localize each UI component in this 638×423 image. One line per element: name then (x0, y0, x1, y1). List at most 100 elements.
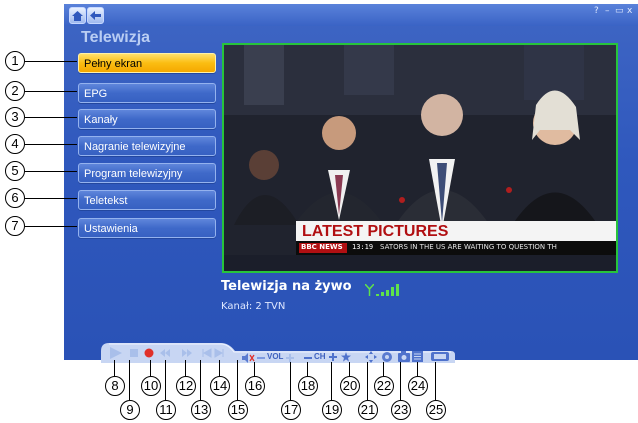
maximize-button[interactable]: ▭ (615, 6, 624, 16)
playback-control-bar: VOL CH (101, 343, 455, 363)
tv-app-window: ? – ▭ x Telewizja Pełny ekran EPG Kanały… (64, 4, 638, 360)
channel-up-icon[interactable] (328, 352, 338, 362)
previous-icon[interactable] (201, 347, 213, 359)
leader-line (25, 171, 77, 172)
page-title: Telewizja (81, 29, 151, 46)
channel-logo: BBC NEWS (301, 243, 343, 251)
volume-label: VOL (267, 352, 284, 361)
leader-line (129, 360, 130, 400)
leader-line (237, 360, 238, 400)
minimize-button[interactable]: – (605, 6, 610, 16)
channel-label: CH (314, 352, 326, 361)
leader-line (25, 91, 77, 92)
leader-line (25, 226, 77, 227)
leader-line (150, 360, 151, 376)
leader-line (25, 198, 77, 199)
callout-4: 4 (5, 134, 25, 154)
news-ticker: SATORS IN THE US ARE WAITING TO QUESTION… (380, 243, 557, 251)
leader-line (25, 144, 77, 145)
callout-15: 15 (228, 400, 248, 420)
favorite-icon[interactable] (341, 352, 351, 362)
menu-item-tv-program[interactable]: Program telewizyjny (78, 163, 216, 183)
menu-item-teletext[interactable]: Teletekst (78, 190, 216, 210)
menu-item-channels[interactable]: Kanały (78, 109, 216, 129)
signal-strength-indicator (365, 282, 399, 296)
leader-line (185, 360, 186, 376)
stop-icon[interactable] (128, 347, 140, 359)
play-icon[interactable] (108, 346, 124, 360)
title-bar: ? – ▭ x (64, 4, 638, 26)
news-headline: LATEST PICTURES (302, 223, 449, 240)
callout-7: 7 (5, 216, 25, 236)
signal-bar (381, 292, 384, 296)
leader-line (400, 362, 401, 400)
callout-8: 8 (105, 376, 125, 396)
tv-icon[interactable] (431, 351, 449, 362)
leader-line (417, 362, 418, 376)
antenna-icon (365, 284, 374, 296)
fast-forward-icon[interactable] (181, 347, 193, 359)
leader-line (367, 362, 368, 400)
leader-line (290, 362, 291, 400)
menu-item-fullscreen[interactable]: Pełny ekran (78, 53, 216, 73)
callout-17: 17 (281, 400, 301, 420)
mute-icon[interactable] (241, 353, 255, 363)
news-clock: 13:19 (352, 243, 374, 251)
volume-down-icon[interactable] (257, 357, 265, 359)
channel-down-icon[interactable] (304, 357, 312, 359)
callout-21: 21 (358, 400, 378, 420)
callout-20: 20 (340, 376, 360, 396)
menu-item-tv-recording[interactable]: Nagranie telewizyjne (78, 136, 216, 156)
leader-line (307, 362, 308, 376)
leader-line (331, 362, 332, 400)
leader-line (435, 362, 436, 400)
home-icon (72, 10, 83, 21)
leader-line (25, 117, 77, 118)
snapshot-icon[interactable] (398, 351, 410, 362)
live-tv-title: Telewizja na żywo (221, 279, 352, 294)
callout-2: 2 (5, 81, 25, 101)
menu-item-epg[interactable]: EPG (78, 83, 216, 103)
callout-10: 10 (141, 376, 161, 396)
callout-16: 16 (245, 376, 265, 396)
record-icon[interactable] (143, 347, 155, 359)
callout-12: 12 (176, 376, 196, 396)
callout-6: 6 (5, 188, 25, 208)
next-icon[interactable] (213, 347, 225, 359)
callout-11: 11 (156, 400, 176, 420)
close-button[interactable]: x (627, 6, 632, 16)
callout-3: 3 (5, 107, 25, 127)
channel-info: Kanał: 2 TVN (221, 301, 286, 312)
callout-5: 5 (5, 161, 25, 181)
leader-line (383, 362, 384, 376)
callout-13: 13 (191, 400, 211, 420)
leader-line (254, 362, 255, 376)
home-button[interactable] (69, 7, 86, 24)
leader-line (200, 360, 201, 400)
callout-22: 22 (374, 376, 394, 396)
signal-bar (386, 290, 389, 296)
leader-line (219, 360, 220, 376)
leader-line (114, 360, 115, 376)
callout-25: 25 (426, 400, 446, 420)
callout-24: 24 (408, 376, 428, 396)
help-button[interactable]: ? (594, 6, 599, 16)
back-button[interactable] (87, 7, 104, 24)
rewind-icon[interactable] (159, 347, 171, 359)
callout-14: 14 (210, 376, 230, 396)
signal-bar (391, 287, 394, 296)
callout-19: 19 (322, 400, 342, 420)
leader-line (349, 362, 350, 376)
back-arrow-icon (90, 11, 101, 20)
tv-video-preview[interactable]: LATEST PICTURES BBC NEWS 13:19 SATORS IN… (222, 43, 618, 273)
leader-line (165, 360, 166, 400)
menu-item-settings[interactable]: Ustawienia (78, 218, 216, 238)
leader-line (25, 61, 77, 62)
callout-9: 9 (120, 400, 140, 420)
teletext-icon[interactable] (412, 351, 423, 362)
signal-bar (396, 284, 399, 296)
callout-18: 18 (298, 376, 318, 396)
callout-1: 1 (5, 51, 25, 71)
signal-bar (376, 294, 379, 296)
callout-23: 23 (391, 400, 411, 420)
